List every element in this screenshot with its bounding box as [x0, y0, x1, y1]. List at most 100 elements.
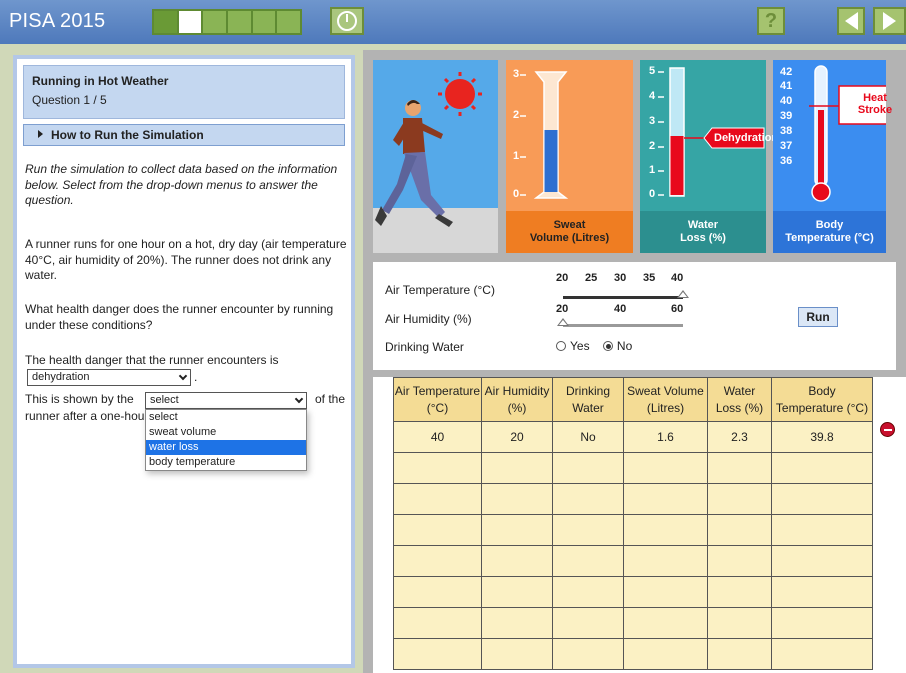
water-label-line1: Water [687, 219, 719, 231]
table-cell-empty [707, 483, 772, 515]
column-header: Air Temperature (°C) [393, 377, 482, 422]
table-cell-empty [552, 452, 624, 484]
help-button[interactable]: ? [757, 7, 785, 35]
dropdown-option[interactable]: sweat volume [146, 425, 306, 440]
dropdown-option[interactable]: body temperature [146, 455, 306, 470]
table-row[interactable]: 40 20 No 1.6 2.3 39.8 [393, 421, 873, 453]
delete-row-button[interactable] [880, 422, 895, 437]
table-cell-empty [552, 514, 624, 546]
top-bar: PISA 2015 ? [0, 0, 906, 44]
measuring-cylinder-icon [520, 71, 569, 199]
evidence-dropdown-list[interactable]: select sweat volume water loss body temp… [145, 409, 307, 471]
progress-segment [252, 11, 278, 33]
table-row-empty [393, 483, 873, 515]
runner-scene [373, 60, 498, 253]
table-cell: 40 [393, 421, 482, 453]
caret-right-icon [38, 130, 43, 138]
temp-scale-label: 25 [585, 272, 598, 284]
table-cell-empty [481, 514, 553, 546]
run-button[interactable]: Run [798, 307, 838, 327]
question-header: Running in Hot Weather Question 1 / 5 [23, 65, 345, 119]
next-button[interactable] [873, 7, 906, 35]
sweat-volume-label: Sweat Volume (Litres) [506, 211, 633, 253]
temp-label-line2: Temperature (°C) [785, 232, 874, 244]
table-cell-empty [771, 483, 873, 515]
progress-segment [203, 11, 229, 33]
table-cell-empty [552, 545, 624, 577]
how-to-run-button[interactable]: How to Run the Simulation [23, 124, 345, 146]
radio-yes[interactable]: Yes [556, 339, 590, 353]
table-cell-empty [707, 452, 772, 484]
table-cell-empty [552, 638, 624, 670]
air-temperature-slider-thumb[interactable] [677, 290, 689, 298]
chevron-down-icon [294, 394, 304, 404]
sweat-label-line1: Sweat [553, 219, 586, 231]
question-text: What health danger does the runner encou… [25, 302, 334, 332]
humidity-scale-label: 20 [556, 303, 569, 315]
table-cell-empty [771, 545, 873, 577]
table-cell-empty [623, 576, 708, 608]
table-cell: 20 [481, 421, 553, 453]
radio-yes-label: Yes [570, 339, 590, 353]
progress-segment-current [178, 11, 204, 33]
radio-no-icon [602, 341, 613, 351]
table-cell-empty [771, 452, 873, 484]
runner-figure [375, 100, 453, 227]
table-cell-empty [481, 576, 553, 608]
water-loss-fill [670, 136, 684, 195]
dropdown-option[interactable]: select [146, 410, 306, 425]
period-text: . [194, 370, 198, 384]
table-cell-empty [481, 483, 553, 515]
dropdown-option-highlighted[interactable]: water loss [146, 440, 306, 455]
table-cell-empty [623, 452, 708, 484]
air-temperature-slider[interactable] [563, 290, 689, 299]
radio-no[interactable]: No [602, 339, 632, 353]
table-row-empty [393, 576, 873, 608]
table-row-empty [393, 452, 873, 484]
chevron-down-icon [178, 371, 188, 381]
table-cell-empty [707, 576, 772, 608]
radio-yes-icon [556, 341, 566, 351]
question-title: Running in Hot Weather [32, 74, 169, 88]
back-button[interactable] [837, 7, 865, 35]
health-danger-select[interactable]: dehydration [27, 369, 191, 386]
app-title: PISA 2015 [9, 10, 106, 32]
air-humidity-label: Air Humidity (%) [385, 312, 472, 326]
table-row-empty [393, 514, 873, 546]
column-header: Body Temperature (°C) [771, 377, 873, 422]
simulation-panel: 3 2 1 0 Sweat Volume (Litres) 5 4 3 2 1 0 [363, 50, 906, 673]
table-cell-empty [623, 607, 708, 639]
clock-icon [337, 11, 357, 31]
progress-indicator [152, 9, 302, 35]
temp-scale-label: 30 [614, 272, 627, 284]
table-cell-empty [393, 514, 482, 546]
humidity-scale-label: 60 [671, 303, 684, 315]
air-humidity-slider[interactable] [557, 318, 683, 327]
simulation-controls: Air Temperature (°C) 20 25 30 35 40 Air … [373, 262, 896, 370]
table-cell-empty [707, 638, 772, 670]
table-cell-empty [623, 514, 708, 546]
sweat-label-line2: Volume (Litres) [529, 232, 610, 244]
air-humidity-slider-thumb[interactable] [557, 318, 569, 326]
table-cell-empty [393, 638, 482, 670]
air-temperature-slider-fill [563, 296, 683, 299]
question-number: Question 1 / 5 [32, 93, 107, 107]
water-loss-visual: 5 4 3 2 1 0 Dehydration Water Loss (%) [640, 60, 778, 253]
table-cell-empty [393, 576, 482, 608]
table-row-empty [393, 607, 873, 639]
table-cell-empty [623, 545, 708, 577]
triangle-left-icon [844, 12, 858, 30]
shown-by-text: This is shown by the [25, 392, 134, 406]
table-cell-empty [552, 576, 624, 608]
drinking-water-label: Drinking Water [385, 340, 464, 354]
progress-segment [228, 11, 253, 33]
table-cell-empty [771, 638, 873, 670]
table-cell-empty [552, 607, 624, 639]
table-cell-empty [707, 545, 772, 577]
table-row-empty [393, 545, 873, 577]
timer-button[interactable] [330, 7, 364, 35]
table-cell-empty [707, 607, 772, 639]
drinking-water-radio-group: Yes No [556, 339, 632, 353]
progress-segment [277, 11, 301, 33]
evidence-select[interactable]: select [145, 392, 307, 409]
